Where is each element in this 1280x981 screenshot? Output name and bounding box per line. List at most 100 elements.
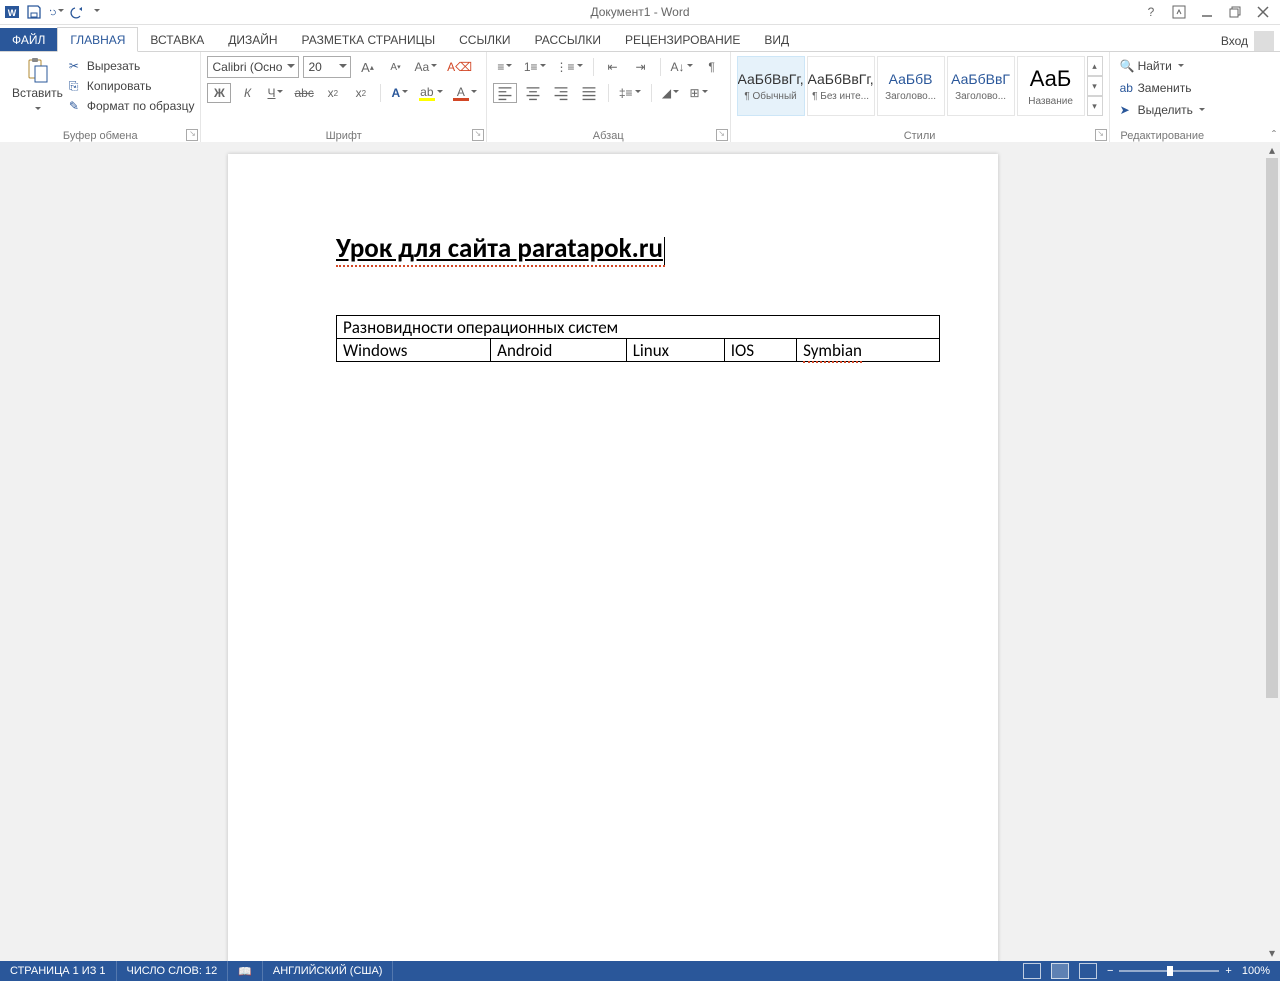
cut-button[interactable]: ✂Вырезать (69, 56, 195, 76)
page-indicator[interactable]: СТРАНИЦА 1 ИЗ 1 (0, 961, 117, 981)
save-icon[interactable] (26, 4, 42, 20)
align-right-button[interactable] (549, 83, 573, 103)
table-cell[interactable]: Symbian (797, 339, 940, 362)
group-editing: 🔍Найти abЗаменить ➤Выделить Редактирован… (1110, 52, 1215, 144)
style-normal[interactable]: АаБбВвГг,¶ Обычный (737, 56, 805, 116)
language-indicator[interactable]: АНГЛИЙСКИЙ (США) (263, 961, 394, 981)
align-center-button[interactable] (521, 83, 545, 103)
zoom-track[interactable] (1119, 970, 1219, 972)
help-icon[interactable]: ? (1144, 5, 1158, 19)
dialog-launcher-icon[interactable]: ↘ (716, 129, 728, 141)
select-button[interactable]: ➤Выделить (1120, 100, 1205, 120)
qat-customize-icon[interactable] (92, 4, 100, 20)
sort-button[interactable]: A↓ (668, 57, 696, 77)
style-no-spacing[interactable]: АаБбВвГг,¶ Без инте... (807, 56, 875, 116)
table-cell[interactable]: IOS (724, 339, 796, 362)
style-title[interactable]: АаБНазвание (1017, 56, 1085, 116)
styles-down-icon[interactable]: ▾ (1087, 76, 1103, 96)
numbering-button[interactable]: 1≡ (521, 57, 549, 77)
font-color-button[interactable]: A (450, 83, 480, 103)
tab-view[interactable]: ВИД (752, 28, 801, 51)
proofing-indicator[interactable]: 📖 (228, 961, 263, 981)
line-spacing-button[interactable]: ‡≡ (616, 83, 644, 103)
scroll-thumb[interactable] (1266, 158, 1278, 698)
tab-review[interactable]: РЕЦЕНЗИРОВАНИЕ (613, 28, 752, 51)
copy-button[interactable]: ⎘Копировать (69, 76, 195, 96)
close-icon[interactable] (1256, 5, 1270, 19)
style-heading1[interactable]: АаБбВЗаголово... (877, 56, 945, 116)
dialog-launcher-icon[interactable]: ↘ (186, 129, 198, 141)
vertical-scrollbar[interactable]: ▴ ▾ (1264, 142, 1280, 961)
multilevel-button[interactable]: ⋮≡ (553, 57, 586, 77)
table-cell[interactable]: Android (491, 339, 627, 362)
table-header-cell[interactable]: Разновидности операционных систем (337, 316, 940, 339)
zoom-handle[interactable] (1167, 966, 1173, 976)
table-cell[interactable]: Windows (337, 339, 491, 362)
style-heading2[interactable]: АаБбВвГЗаголово... (947, 56, 1015, 116)
web-layout-icon[interactable] (1079, 963, 1097, 979)
dialog-launcher-icon[interactable]: ↘ (1095, 129, 1107, 141)
restore-icon[interactable] (1228, 5, 1242, 19)
format-painter-button[interactable]: ✎Формат по образцу (69, 96, 195, 116)
word-count[interactable]: ЧИСЛО СЛОВ: 12 (117, 961, 229, 981)
dialog-launcher-icon[interactable]: ↘ (472, 129, 484, 141)
superscript-button[interactable]: x2 (349, 83, 373, 103)
account-login[interactable]: Вход (1221, 31, 1280, 51)
zoom-in-icon[interactable]: + (1225, 965, 1231, 977)
replace-icon: ab (1120, 81, 1134, 95)
scroll-down-icon[interactable]: ▾ (1264, 945, 1280, 961)
text-effects-button[interactable]: A (388, 83, 412, 103)
undo-icon[interactable] (48, 4, 64, 20)
clear-format-button[interactable]: A⌫ (444, 57, 475, 77)
font-size-combo[interactable]: 20 (303, 56, 351, 78)
styles-more-icon[interactable]: ▾ (1087, 96, 1103, 116)
shading-button[interactable]: ◢ (659, 83, 683, 103)
highlight-button[interactable]: ab (416, 83, 446, 103)
print-layout-icon[interactable] (1051, 963, 1069, 979)
find-button[interactable]: 🔍Найти (1120, 56, 1205, 76)
document-heading[interactable]: Урок для сайта paratapok.ru (336, 232, 665, 267)
borders-button[interactable]: ⊞ (687, 83, 711, 103)
change-case-button[interactable]: Aa (411, 57, 440, 77)
zoom-out-icon[interactable]: − (1107, 965, 1113, 977)
ribbon: Вставить ✂Вырезать ⎘Копировать ✎Формат п… (0, 52, 1280, 145)
subscript-button[interactable]: x2 (321, 83, 345, 103)
outdent-button[interactable]: ⇤ (601, 57, 625, 77)
strikethrough-button[interactable]: abc (291, 83, 316, 103)
bold-button[interactable]: Ж (207, 83, 231, 103)
multilevel-icon: ⋮≡ (556, 60, 575, 74)
table-cell[interactable]: Linux (626, 339, 724, 362)
styles-up-icon[interactable]: ▴ (1087, 56, 1103, 76)
grow-font-button[interactable]: A▴ (355, 57, 379, 77)
collapse-ribbon-icon[interactable]: ˆ (1272, 128, 1276, 142)
zoom-slider[interactable]: − + (1107, 965, 1232, 977)
underline-button[interactable]: Ч (263, 83, 287, 103)
tab-home[interactable]: ГЛАВНАЯ (57, 27, 138, 52)
align-left-button[interactable] (493, 83, 517, 103)
shrink-font-button[interactable]: A▾ (383, 57, 407, 77)
tab-mailings[interactable]: РАССЫЛКИ (523, 28, 613, 51)
page[interactable]: Урок для сайта paratapok.ru Разновидност… (228, 154, 998, 961)
paste-button[interactable]: Вставить (6, 54, 69, 118)
minimize-icon[interactable] (1200, 5, 1214, 19)
tab-layout[interactable]: РАЗМЕТКА СТРАНИЦЫ (290, 28, 448, 51)
justify-button[interactable] (577, 83, 601, 103)
quick-access-toolbar: W (0, 4, 100, 20)
word-app-icon[interactable]: W (4, 4, 20, 20)
tab-references[interactable]: ССЫЛКИ (447, 28, 522, 51)
tab-insert[interactable]: ВСТАВКА (138, 28, 216, 51)
tab-design[interactable]: ДИЗАЙН (216, 28, 289, 51)
tab-file[interactable]: ФАЙЛ (0, 28, 57, 51)
indent-button[interactable]: ⇥ (629, 57, 653, 77)
read-mode-icon[interactable] (1023, 963, 1041, 979)
replace-button[interactable]: abЗаменить (1120, 78, 1205, 98)
ribbon-display-icon[interactable] (1172, 5, 1186, 19)
redo-icon[interactable] (70, 4, 86, 20)
scroll-up-icon[interactable]: ▴ (1264, 142, 1280, 158)
italic-button[interactable]: К (235, 83, 259, 103)
bullets-button[interactable]: ≡ (493, 57, 517, 77)
zoom-level[interactable]: 100% (1242, 965, 1270, 977)
font-name-combo[interactable]: Calibri (Осно (207, 56, 299, 78)
show-marks-button[interactable]: ¶ (700, 57, 724, 77)
document-table[interactable]: Разновидности операционных систем Window… (336, 315, 940, 362)
